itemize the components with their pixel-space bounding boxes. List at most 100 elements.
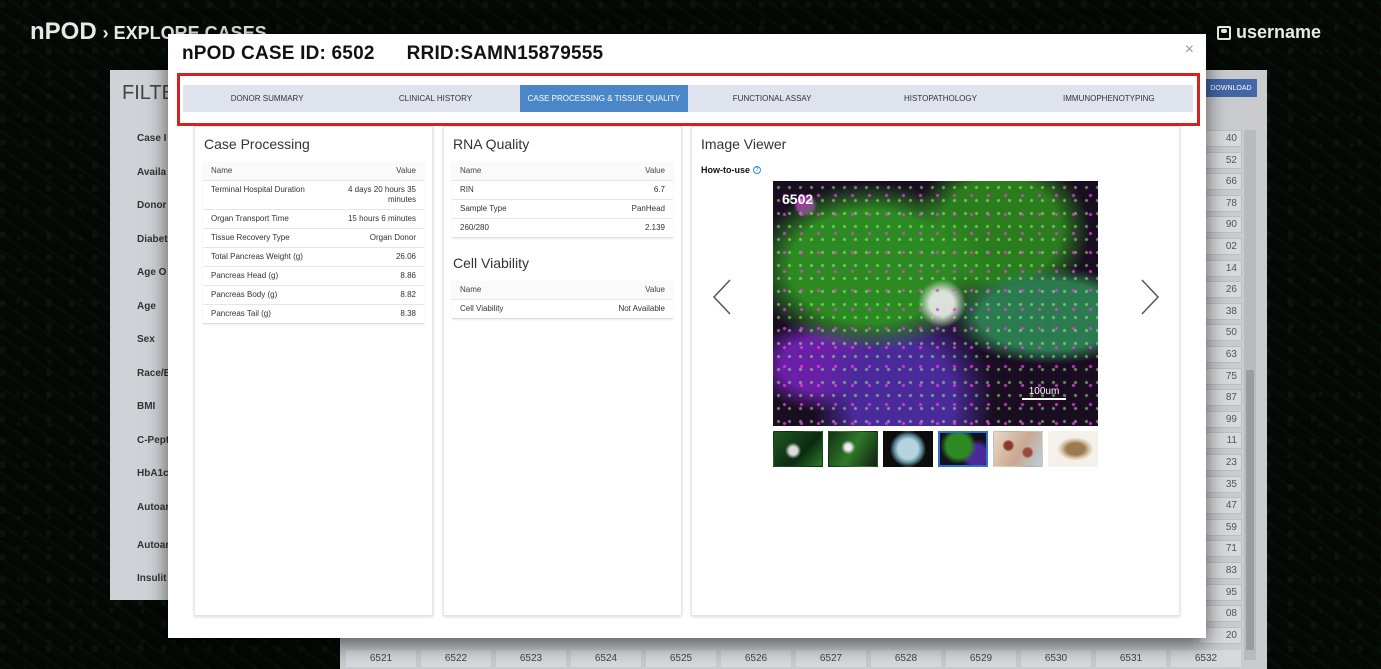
panel-title: Cell Viability [453, 255, 529, 271]
filter-item[interactable]: HbA1c [137, 468, 169, 479]
modal-title: nPOD CASE ID: 6502 RRID:SAMN15879555 [182, 43, 603, 65]
row-value: 8.82 [400, 290, 416, 299]
column-header-value: Value [645, 285, 665, 294]
previous-image-arrow[interactable] [708, 277, 738, 317]
case-cell[interactable]: 6528 [871, 650, 941, 667]
table-row: RIN 6.7 [452, 180, 673, 199]
case-cell[interactable]: 6525 [646, 650, 716, 667]
table-header: Name Value [203, 162, 424, 180]
table-header: Name Value [452, 162, 673, 180]
image-thumbnail[interactable] [773, 431, 823, 467]
case-cell[interactable]: 6532 [1171, 650, 1241, 667]
how-to-use-link[interactable]: How-to-use ? [701, 165, 1179, 175]
case-cell[interactable]: 6531 [1096, 650, 1166, 667]
rrid-label: RRID:SAMN15879555 [406, 43, 604, 64]
username-label: username [1235, 22, 1321, 42]
table-row: Total Pancreas Weight (g) 26.06 [203, 247, 424, 266]
table-row: Cell Viability Not Available [452, 299, 673, 318]
filter-item[interactable]: BMI [137, 401, 155, 412]
case-detail-modal: nPOD CASE ID: 6502 RRID:SAMN15879555 × DO… [168, 34, 1206, 638]
tissue-image[interactable]: 6502 100um [773, 181, 1098, 426]
row-value: 8.86 [400, 271, 416, 280]
case-cell[interactable]: 6527 [796, 650, 866, 667]
case-cell[interactable]: 6530 [1021, 650, 1091, 667]
filter-item[interactable]: Donor [137, 200, 166, 211]
image-viewer-panel: Image Viewer How-to-use ? 6502 100um [691, 126, 1180, 616]
table-row: Organ Transport Time 15 hours 6 minutes [203, 209, 424, 228]
case-row: 6521 6522 6523 6524 6525 6526 6527 6528 6529 6530… [346, 650, 1241, 667]
column-header-name: Name [460, 285, 482, 294]
image-thumbnail[interactable] [938, 431, 988, 467]
filter-item[interactable]: Autoar [137, 502, 169, 513]
grid-scrollbar[interactable] [1244, 130, 1256, 660]
table-row: Sample Type PanHead [452, 199, 673, 218]
tab-donor-summary[interactable]: DONOR SUMMARY [183, 85, 351, 112]
user-menu[interactable]: username [1216, 22, 1321, 43]
filter-item[interactable]: Autoar [137, 540, 169, 551]
cell-viability-table: Name Value Cell Viability Not Available [452, 281, 673, 319]
image-thumbnail[interactable] [828, 431, 878, 467]
case-processing-table: Name Value Terminal Hospital Duration 4 day… [203, 162, 424, 324]
case-cell[interactable]: 6521 [346, 650, 416, 667]
tab-functional-assay[interactable]: FUNCTIONAL ASSAY [688, 85, 856, 112]
row-name: Tissue Recovery Type [211, 233, 290, 242]
next-image-arrow[interactable] [1134, 277, 1164, 317]
brand-logo[interactable]: nPOD [30, 18, 97, 45]
row-name: Sample Type [460, 204, 507, 213]
filter-item[interactable]: Insulit [137, 573, 166, 584]
tab-case-processing-tissue-quality[interactable]: CASE PROCESSING & TISSUE QUALITY [519, 85, 688, 112]
row-value: 6.7 [653, 185, 665, 194]
tab-clinical-history[interactable]: CLINICAL HISTORY [351, 85, 519, 112]
table-row: Tissue Recovery Type Organ Donor [203, 228, 424, 247]
row-name: Terminal Hospital Duration [211, 185, 305, 194]
row-name: Organ Transport Time [211, 214, 289, 223]
download-button[interactable]: DOWNLOAD [1205, 79, 1257, 97]
filter-item[interactable]: Age [137, 301, 156, 312]
case-cell[interactable]: 6523 [496, 650, 566, 667]
rna-quality-table: Name Value RIN 6.7 Sample Type PanHead 260/280… [452, 162, 673, 238]
tab-immunophenotyping[interactable]: IMMUNOPHENOTYPING [1025, 85, 1193, 112]
row-value: 2.139 [644, 223, 665, 232]
image-case-label: 6502 [782, 191, 814, 207]
row-name: 260/280 [460, 223, 489, 232]
panel-title: RNA Quality [453, 136, 530, 152]
table-row: Pancreas Body (g) 8.82 [203, 285, 424, 304]
row-name: RIN [460, 185, 474, 194]
filter-item[interactable]: Case I [137, 133, 166, 144]
row-name: Pancreas Head (g) [211, 271, 279, 280]
filter-item[interactable]: Race/E [137, 368, 170, 379]
filter-item[interactable]: Sex [137, 334, 155, 345]
tab-histopathology[interactable]: HISTOPATHOLOGY [856, 85, 1024, 112]
user-icon [1216, 25, 1231, 40]
row-name: Pancreas Body (g) [211, 290, 278, 299]
filter-item[interactable]: Age O [137, 267, 166, 278]
filter-item[interactable]: Diabet [137, 234, 168, 245]
image-thumbnail[interactable] [1048, 431, 1098, 467]
case-processing-panel: Case Processing Name Value Terminal Hospit… [194, 126, 433, 616]
scrollbar-thumb[interactable] [1246, 370, 1254, 650]
filter-item[interactable]: C-Pept [137, 435, 169, 446]
row-value: 15 hours 6 minutes [347, 214, 416, 223]
column-header-name: Name [211, 166, 233, 175]
case-cell[interactable]: 6524 [571, 650, 641, 667]
column-header-value: Value [396, 166, 416, 175]
chevron-right-icon [1141, 279, 1160, 315]
row-value: 26.06 [395, 252, 416, 261]
column-header-value: Value [645, 166, 665, 175]
case-id-label: nPOD CASE ID: 6502 [182, 43, 375, 64]
row-value: Not Available [618, 304, 665, 313]
image-thumbnail[interactable] [883, 431, 933, 467]
help-icon[interactable]: ? [753, 166, 761, 174]
row-name: Cell Viability [460, 304, 504, 313]
case-cell[interactable]: 6526 [721, 650, 791, 667]
filter-item[interactable]: Availa [137, 167, 166, 178]
rna-quality-panel: RNA Quality Name Value RIN 6.7 Sample Type Pa… [443, 126, 682, 616]
case-cell[interactable]: 6529 [946, 650, 1016, 667]
image-thumbnail[interactable] [993, 431, 1043, 467]
case-cell[interactable]: 6522 [421, 650, 491, 667]
row-name: Pancreas Tail (g) [211, 309, 271, 318]
chevron-left-icon [712, 279, 731, 315]
panel-title: Image Viewer [701, 136, 787, 152]
table-row: Pancreas Tail (g) 8.38 [203, 304, 424, 323]
close-icon[interactable]: × [1185, 41, 1194, 59]
